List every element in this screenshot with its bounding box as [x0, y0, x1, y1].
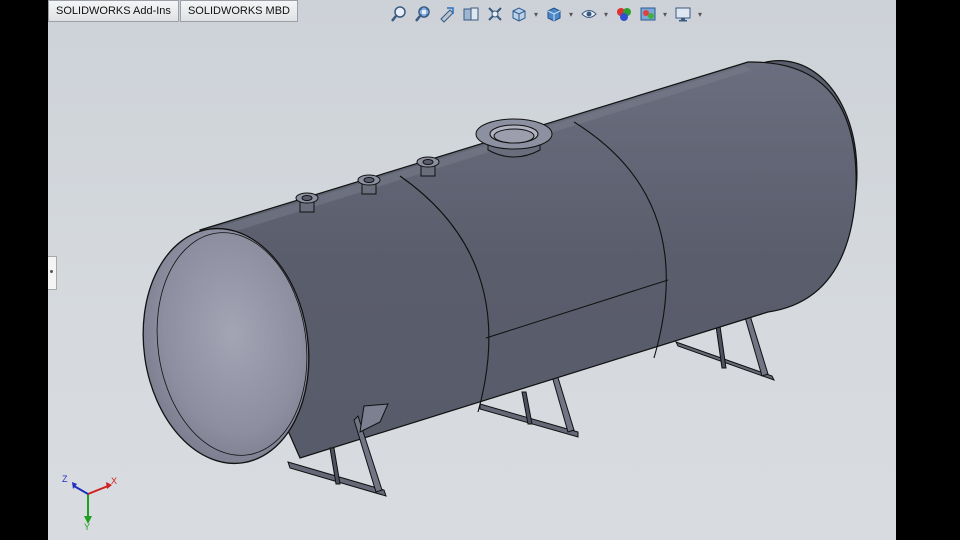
display-style-icon[interactable]	[543, 4, 564, 24]
section-view-icon[interactable]	[460, 4, 481, 24]
chevron-down-icon[interactable]: ▾	[696, 4, 704, 24]
view-settings-icon[interactable]	[672, 4, 693, 24]
chevron-down-icon[interactable]: ▾	[567, 4, 575, 24]
chevron-down-icon[interactable]: ▾	[661, 4, 669, 24]
hide-show-items-icon[interactable]	[578, 4, 599, 24]
apply-scene-icon[interactable]	[637, 4, 658, 24]
triad-x-label: X	[111, 476, 117, 486]
previous-view-icon[interactable]	[436, 4, 457, 24]
zoom-to-fit-icon[interactable]	[388, 4, 409, 24]
zoom-to-area-icon[interactable]	[412, 4, 433, 24]
pressure-vessel-model[interactable]	[48, 0, 896, 540]
graphics-area[interactable]: SOLIDWORKS Add-Ins SOLIDWORKS MBD ▾ ▾ ▾ …	[48, 0, 896, 540]
triad-y-label: Y	[84, 522, 90, 530]
feature-manager-panel-toggle[interactable]	[48, 256, 57, 290]
heads-up-view-toolbar: ▾ ▾ ▾ ▾ ▾	[388, 4, 704, 24]
tab-solidworks-addins[interactable]: SOLIDWORKS Add-Ins	[48, 0, 179, 22]
tab-solidworks-mbd[interactable]: SOLIDWORKS MBD	[179, 0, 299, 22]
edit-appearance-icon[interactable]	[613, 4, 634, 24]
coordinate-triad: X Y Z	[62, 474, 117, 530]
triad-z-label: Z	[62, 474, 68, 484]
chevron-down-icon[interactable]: ▾	[602, 4, 610, 24]
command-manager-tabs: SOLIDWORKS Add-Ins SOLIDWORKS MBD	[48, 0, 299, 22]
dynamic-annotation-icon[interactable]	[484, 4, 505, 24]
chevron-down-icon[interactable]: ▾	[532, 4, 540, 24]
view-orientation-icon[interactable]	[508, 4, 529, 24]
